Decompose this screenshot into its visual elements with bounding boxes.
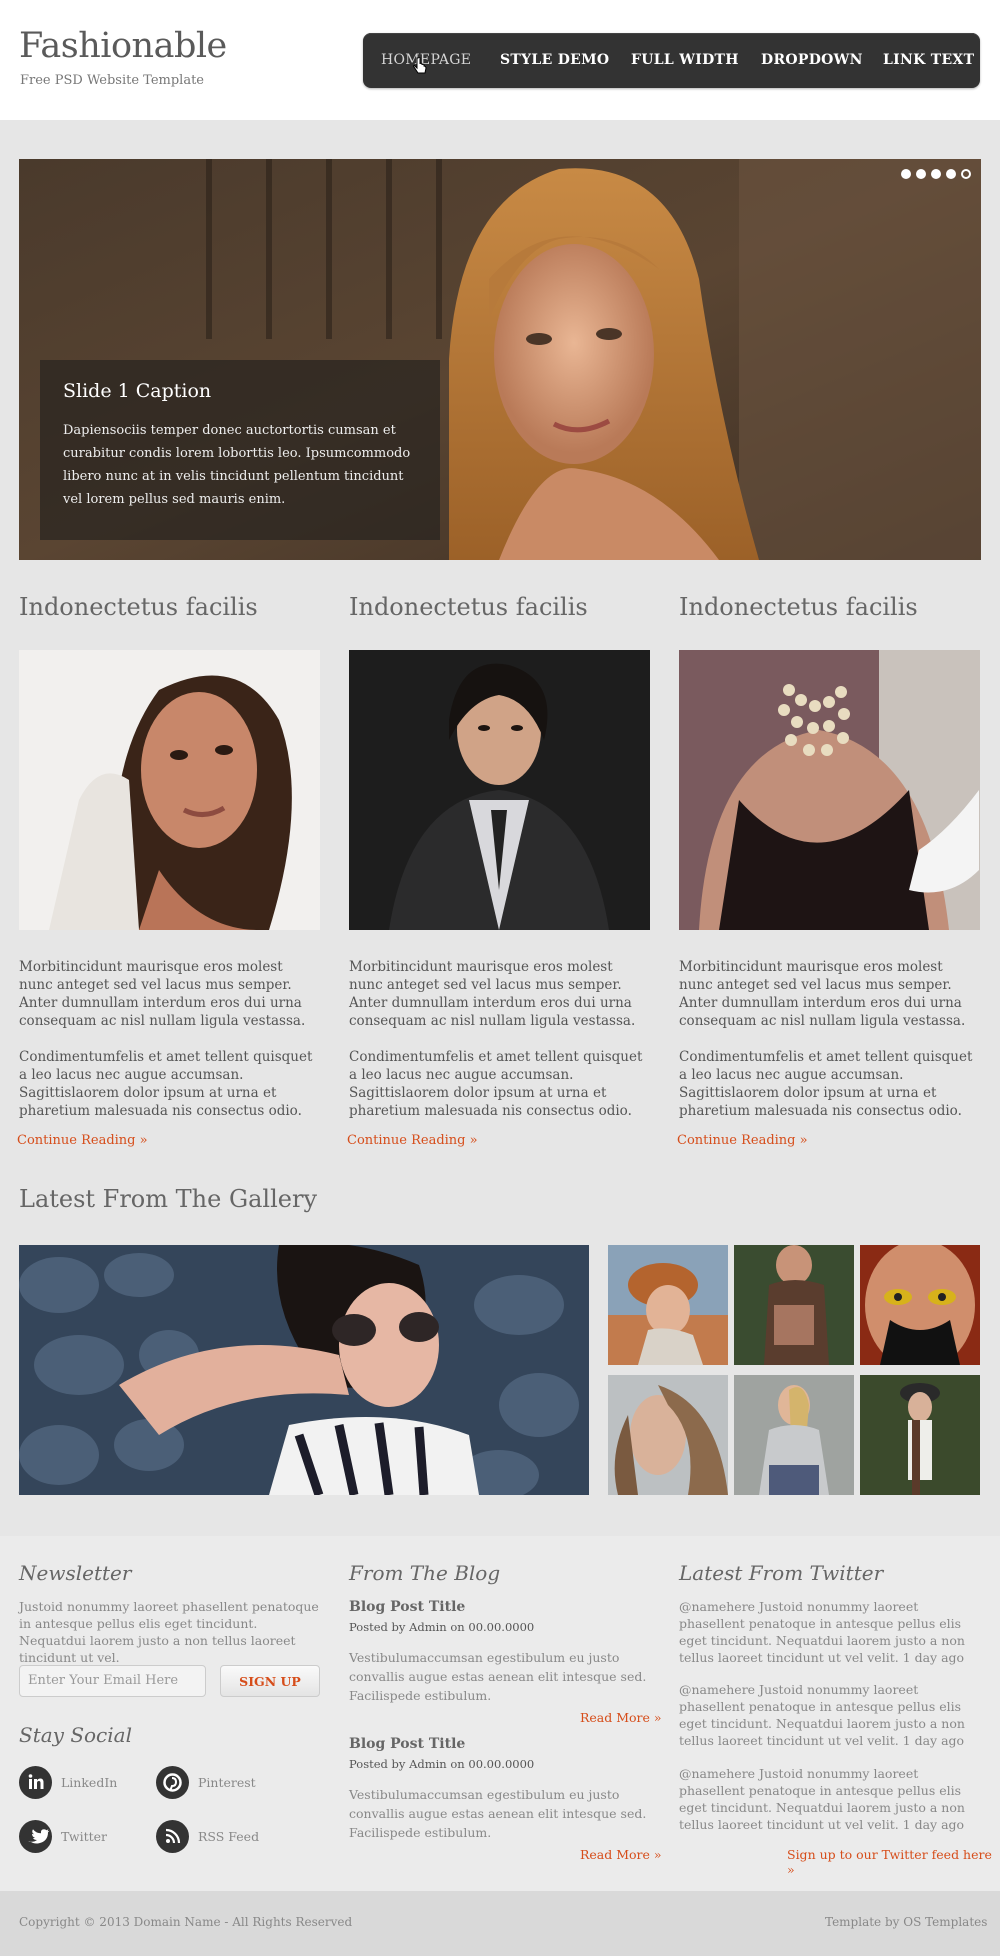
signup-button[interactable]: SIGN UP (220, 1665, 320, 1697)
tweet: @namehere Justoid nonummy laoreet phasel… (679, 1682, 965, 1748)
continue-reading-link[interactable]: Continue Reading » (347, 1133, 478, 1148)
gallery-featured-photo[interactable] (19, 1245, 589, 1495)
column-title: Indonectetus facilis (679, 593, 918, 621)
twitter-follow-link[interactable]: Sign up to our Twitter feed here » (787, 1847, 1000, 1877)
slider-dot-5[interactable] (961, 169, 971, 179)
slider-pagination (901, 169, 971, 179)
read-more-link[interactable]: Read More » (580, 1847, 662, 1862)
social-label-rss[interactable]: RSS Feed (198, 1829, 259, 1844)
slider-dot-4[interactable] (946, 169, 956, 179)
feature-column-2: Indonectetus facilis Morbitincidunt maur… (347, 593, 650, 1148)
blog-post-excerpt: Vestibulumaccumsan egestibulum eu justo … (349, 1650, 647, 1703)
column-paragraph: Condimentumfelis et amet tellent quisque… (679, 1049, 973, 1119)
column-photo-man[interactable] (349, 650, 650, 930)
pointer-cursor-icon (413, 57, 427, 74)
site-logo[interactable]: Fashionable (19, 26, 227, 66)
gallery-thumb-wind[interactable] (608, 1375, 728, 1495)
column-body: Morbitincidunt maurisque eros molest nun… (19, 958, 320, 1138)
newsletter-title: Newsletter (19, 1561, 132, 1585)
column-photo-pearls[interactable] (679, 650, 980, 930)
blog-post-excerpt: Vestibulumaccumsan egestibulum eu justo … (349, 1787, 647, 1840)
tweet: @namehere Justoid nonummy laoreet phasel… (679, 1599, 965, 1665)
social-label-twitter[interactable]: Twitter (61, 1829, 107, 1844)
newsletter-text: Justoid nonummy laoreet phasellent penat… (19, 1599, 319, 1665)
copyright-text: Copyright © 2013 Domain Name - All Right… (19, 1915, 353, 1929)
gallery-title: Latest From The Gallery (19, 1185, 318, 1213)
header: Fashionable Free PSD Website Template HO… (0, 0, 1000, 120)
column-body: Morbitincidunt maurisque eros molest nun… (349, 958, 650, 1138)
tweet: @namehere Justoid nonummy laoreet phasel… (679, 1766, 965, 1832)
slide-caption-title: Slide 1 Caption (63, 380, 212, 402)
column-paragraph: Condimentumfelis et amet tellent quisque… (19, 1049, 313, 1119)
slide-caption: Slide 1 Caption Dapiensociis temper done… (40, 360, 440, 540)
social-label-linkedin[interactable]: LinkedIn (61, 1775, 117, 1790)
continue-reading-link[interactable]: Continue Reading » (17, 1133, 148, 1148)
column-paragraph: Morbitincidunt maurisque eros molest nun… (19, 959, 306, 1029)
gallery-thumb-hat[interactable] (608, 1245, 728, 1365)
column-title: Indonectetus facilis (19, 593, 258, 621)
pinterest-icon[interactable] (156, 1766, 189, 1799)
nav-full-width[interactable]: FULL WIDTH (631, 52, 739, 68)
column-paragraph: Morbitincidunt maurisque eros molest nun… (679, 959, 966, 1029)
blog-title: From The Blog (349, 1561, 501, 1585)
linkedin-icon[interactable] (19, 1766, 52, 1799)
stay-social-title: Stay Social (19, 1723, 132, 1747)
read-more-link[interactable]: Read More » (580, 1710, 662, 1725)
main-nav: HOMEPAGE STYLE DEMO FULL WIDTH DROPDOWN … (363, 33, 980, 88)
social-label-pinterest[interactable]: Pinterest (198, 1775, 256, 1790)
meta-label: Posted by (349, 1620, 406, 1634)
email-input[interactable]: Enter Your Email Here (19, 1665, 206, 1697)
post-date: 00.00.0000 (468, 1620, 535, 1634)
template-credit-link[interactable]: Template by OS Templates (825, 1915, 987, 1929)
column-title: Indonectetus facilis (349, 593, 588, 621)
post-author[interactable]: Admin (409, 1620, 447, 1634)
site-tagline: Free PSD Website Template (20, 73, 204, 88)
gallery-thumb-braid[interactable] (734, 1375, 854, 1495)
nav-dropdown[interactable]: DROPDOWN (761, 52, 863, 68)
slider-dot-1[interactable] (901, 169, 911, 179)
rss-icon[interactable] (156, 1820, 189, 1853)
column-body: Morbitincidunt maurisque eros molest nun… (679, 958, 980, 1138)
feature-column-3: Indonectetus facilis Morbitincidunt maur… (677, 593, 980, 1148)
column-paragraph: Condimentumfelis et amet tellent quisque… (349, 1049, 643, 1119)
nav-style-demo[interactable]: STYLE DEMO (500, 52, 609, 68)
meta-label: on (450, 1620, 465, 1634)
gallery-thumb-eyes[interactable] (860, 1245, 980, 1365)
slider-dot-3[interactable] (931, 169, 941, 179)
gallery-thumb-corset[interactable] (734, 1245, 854, 1365)
feature-column-1: Indonectetus facilis Morbitincidunt maur… (17, 593, 320, 1148)
continue-reading-link[interactable]: Continue Reading » (677, 1133, 808, 1148)
slide-caption-text: Dapiensociis temper donec auctortortis c… (63, 423, 411, 507)
blog-post-title[interactable]: Blog Post Title (349, 1599, 465, 1615)
post-date: 00.00.0000 (468, 1757, 535, 1771)
column-paragraph: Morbitincidunt maurisque eros molest nun… (349, 959, 636, 1029)
meta-label: Posted by (349, 1757, 406, 1771)
blog-post-meta: Posted by Admin on 00.00.0000 (349, 1757, 534, 1771)
blog-post-meta: Posted by Admin on 00.00.0000 (349, 1620, 534, 1634)
gallery-thumb-scarf[interactable] (860, 1375, 980, 1495)
column-photo-woman[interactable] (19, 650, 320, 930)
slider-dot-2[interactable] (916, 169, 926, 179)
twitter-icon[interactable] (19, 1820, 52, 1853)
nav-link-text[interactable]: LINK TEXT (883, 52, 974, 68)
twitter-title: Latest From Twitter (679, 1561, 884, 1585)
post-author[interactable]: Admin (409, 1757, 447, 1771)
hero-slider[interactable]: Slide 1 Caption Dapiensociis temper done… (19, 159, 981, 560)
blog-post-title[interactable]: Blog Post Title (349, 1736, 465, 1752)
meta-label: on (450, 1757, 465, 1771)
